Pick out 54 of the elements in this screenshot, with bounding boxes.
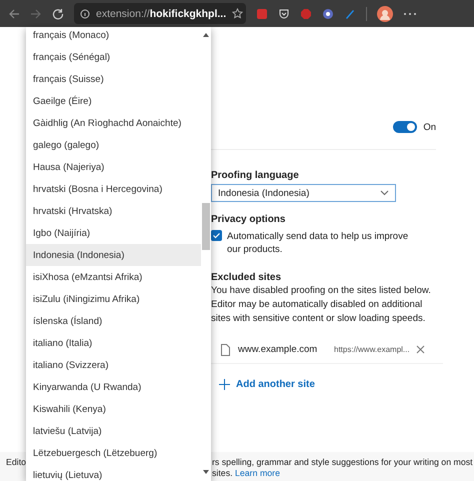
- language-option[interactable]: Indonesia (Indonesia): [26, 244, 201, 266]
- language-option[interactable]: hrvatski (Bosna i Hercegovina): [26, 178, 201, 200]
- footer-text: Edito: [6, 457, 26, 467]
- pen-icon[interactable]: [344, 8, 356, 20]
- scroll-up-icon[interactable]: [203, 33, 209, 37]
- language-option[interactable]: galego (galego): [26, 134, 201, 156]
- language-option[interactable]: Lëtzebuergesch (Lëtzebuerg): [26, 442, 201, 464]
- excluded-sites-label: Excluded sites: [211, 272, 282, 283]
- plus-icon: [219, 379, 230, 390]
- learn-more-link[interactable]: Learn more: [235, 468, 280, 478]
- language-option[interactable]: italiano (Svizzera): [26, 354, 201, 376]
- scrollbar-thumb[interactable]: [202, 203, 210, 250]
- language-option[interactable]: français (Suisse): [26, 68, 201, 90]
- extension-icon[interactable]: [322, 8, 334, 20]
- language-option[interactable]: Gàidhlig (An Rìoghachd Aonaichte): [26, 112, 201, 134]
- language-option[interactable]: italiano (Italia): [26, 332, 201, 354]
- pocket-icon[interactable]: [278, 8, 290, 20]
- site-name: www.example.com: [238, 344, 318, 355]
- footer-text: rs spelling, grammar and style suggestions for your writing on most: [212, 457, 474, 468]
- language-option[interactable]: français (Monaco): [26, 27, 201, 46]
- back-icon[interactable]: [8, 8, 20, 20]
- language-option[interactable]: latviešu (Latvija): [26, 420, 201, 442]
- avatar-icon[interactable]: [377, 6, 393, 22]
- language-option[interactable]: lietuvių (Lietuva): [26, 464, 201, 481]
- footer-text: sites.: [212, 468, 233, 478]
- scroll-down-icon[interactable]: [203, 470, 209, 474]
- close-icon[interactable]: [416, 345, 425, 354]
- info-icon: [80, 8, 90, 18]
- checkbox-label: Automatically send data to help us improve our products.: [227, 230, 410, 256]
- more-icon[interactable]: [403, 12, 417, 16]
- language-option[interactable]: Hausa (Najeriya): [26, 156, 201, 178]
- checkbox[interactable]: [211, 230, 222, 241]
- language-option[interactable]: hrvatski (Hrvatska): [26, 200, 201, 222]
- excluded-sites-description: You have disabled proofing on the sites listed below. Editor may be automatically disabled on additional sites with sensitive content or slow loading speeds.: [211, 284, 432, 326]
- language-option[interactable]: íslenska (Ísland): [26, 310, 201, 332]
- proofing-language-label: Proofing language: [211, 170, 300, 181]
- proofing-language-select[interactable]: Indonesia (Indonesia): [211, 184, 396, 202]
- add-site-button[interactable]: Add another site: [219, 379, 315, 390]
- toggle-switch[interactable]: [393, 121, 418, 133]
- chevron-icon: [380, 190, 389, 196]
- language-option[interactable]: Gaeilge (Éire): [26, 90, 201, 112]
- file-icon: [221, 344, 230, 356]
- language-option[interactable]: Kiswahili (Kenya): [26, 398, 201, 420]
- star-icon[interactable]: [232, 8, 244, 19]
- privacy-options-label: Privacy options: [211, 214, 286, 225]
- language-option[interactable]: Kinyarwanda (U Rwanda): [26, 376, 201, 398]
- language-option[interactable]: isiXhosa (eMzantsi Afrika): [26, 266, 201, 288]
- language-option[interactable]: français (Sénégal): [26, 46, 201, 68]
- site-url: https://www.exampl...: [334, 345, 410, 354]
- language-option[interactable]: Igbo (Naijíria): [26, 222, 201, 244]
- reload-icon[interactable]: [52, 8, 64, 20]
- language-option[interactable]: isiZulu (iNingizimu Afrika): [26, 288, 201, 310]
- toggle-label: On: [423, 122, 436, 132]
- address-bar[interactable]: extension://hokifickgkhpl...: [74, 3, 246, 24]
